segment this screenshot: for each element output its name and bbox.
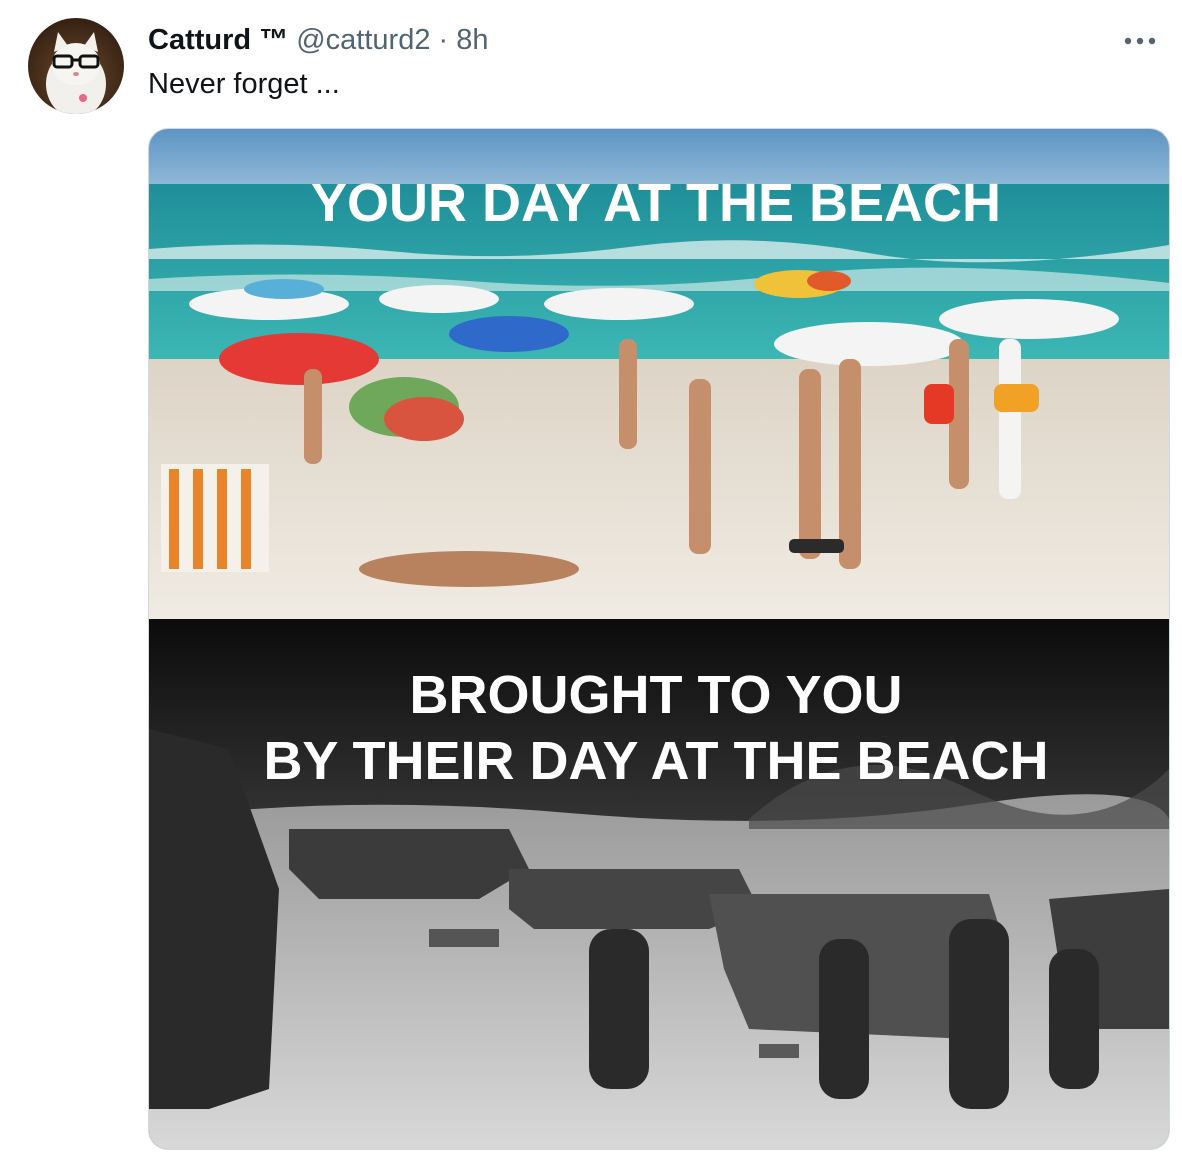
bottom-caption-line2: BY THEIR DAY AT THE BEACH xyxy=(263,731,1048,791)
avatar[interactable] xyxy=(28,18,124,114)
tweet-media-image[interactable]: YOUR DAY AT THE BEACH BROUGHT TO YOU BY … xyxy=(148,128,1170,1150)
top-caption: YOUR DAY AT THE BEACH xyxy=(311,173,1001,233)
more-options-button[interactable] xyxy=(1118,26,1162,56)
tweet-time[interactable]: 8h xyxy=(456,24,488,56)
tweet-header: Catturd ™ @catturd2 · 8h xyxy=(148,22,489,58)
author-handle[interactable]: @catturd2 xyxy=(296,24,430,56)
author-name[interactable]: Catturd ™ xyxy=(148,24,288,56)
meme-image: YOUR DAY AT THE BEACH BROUGHT TO YOU BY … xyxy=(149,129,1169,1149)
bottom-caption-line1: BROUGHT TO YOU xyxy=(409,665,902,725)
more-horizontal-icon xyxy=(1124,37,1156,45)
cat-avatar-icon xyxy=(46,32,106,114)
tweet-text: Never forget ... xyxy=(148,68,340,100)
separator-dot: · xyxy=(438,24,449,56)
